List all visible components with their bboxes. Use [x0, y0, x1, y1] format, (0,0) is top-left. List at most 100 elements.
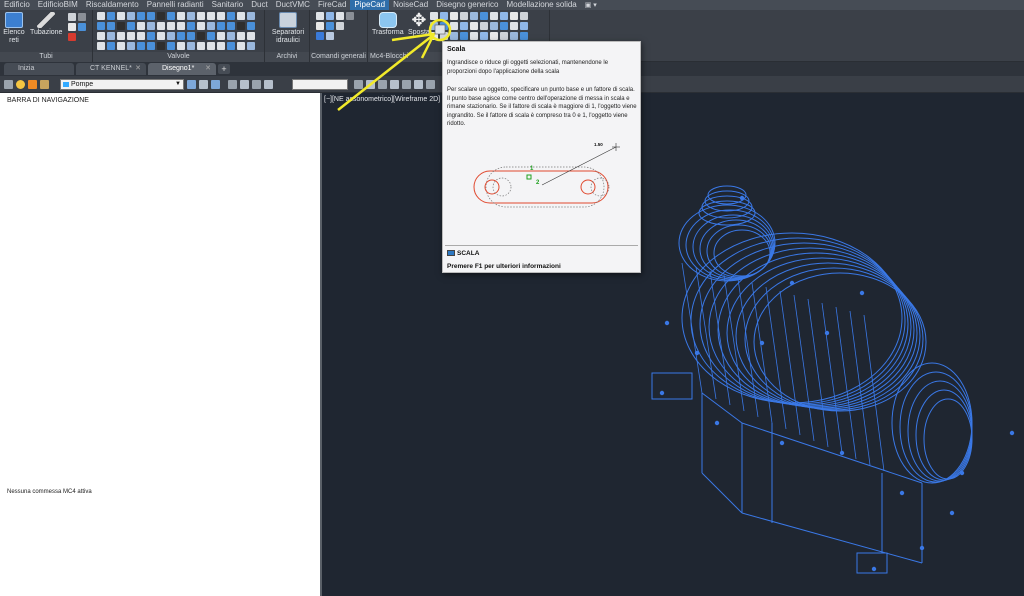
- valve-icon[interactable]: [157, 32, 165, 40]
- block-tool-icon[interactable]: [450, 12, 458, 20]
- block-tool-icon[interactable]: [440, 32, 448, 40]
- tubazione-button[interactable]: Tubazione: [30, 12, 62, 37]
- block-tool-icon[interactable]: [430, 32, 438, 40]
- command-icon[interactable]: [336, 22, 344, 30]
- block-tool-icon[interactable]: [460, 32, 468, 40]
- pipe-tool-icon[interactable]: [68, 23, 76, 31]
- layer-tool-icon[interactable]: [378, 80, 387, 89]
- valve-icon[interactable]: [217, 32, 225, 40]
- command-icon[interactable]: [316, 22, 324, 30]
- valve-icon[interactable]: [167, 42, 175, 50]
- valve-icon[interactable]: [227, 12, 235, 20]
- ribbon-tab-pannelli-radianti[interactable]: Pannelli radianti: [143, 0, 208, 10]
- valve-icon[interactable]: [217, 42, 225, 50]
- file-tab-disegno1[interactable]: Disegno1* ✕: [148, 63, 216, 75]
- valve-icon[interactable]: [147, 22, 155, 30]
- ribbon-tab-sanitario[interactable]: Sanitario: [208, 0, 248, 10]
- trasforma-button[interactable]: Trasforma: [372, 12, 404, 37]
- layer-tool-icon[interactable]: [264, 80, 273, 89]
- valve-icon[interactable]: [207, 42, 215, 50]
- valve-icon[interactable]: [127, 12, 135, 20]
- block-tool-icon[interactable]: [510, 22, 518, 30]
- layer-tool-icon[interactable]: [228, 80, 237, 89]
- block-tool-icon[interactable]: [520, 32, 528, 40]
- block-tool-icon[interactable]: [470, 22, 478, 30]
- valve-icon[interactable]: [237, 22, 245, 30]
- ribbon-tab-modellazione-solida[interactable]: Modellazione solida: [502, 0, 580, 10]
- ribbon-tab-edificiobim[interactable]: EdificioBIM: [34, 0, 82, 10]
- valve-icon[interactable]: [177, 32, 185, 40]
- command-icon[interactable]: [326, 32, 334, 40]
- block-tool-icon[interactable]: [490, 12, 498, 20]
- block-tool-icon[interactable]: [500, 32, 508, 40]
- layer-tool-icon[interactable]: [240, 80, 249, 89]
- pipe-tool-icon[interactable]: [68, 33, 76, 41]
- valve-icon[interactable]: [127, 42, 135, 50]
- block-tool-icon[interactable]: [450, 22, 458, 30]
- new-tab-button[interactable]: +: [218, 64, 230, 74]
- block-tool-icon[interactable]: [470, 32, 478, 40]
- valve-icon[interactable]: [237, 12, 245, 20]
- valve-icon[interactable]: [237, 42, 245, 50]
- dropdown-icon[interactable]: [78, 13, 86, 21]
- separatori-idraulici-button[interactable]: Separatori idraulici: [269, 12, 307, 45]
- layer-tool-icon[interactable]: [199, 80, 208, 89]
- valve-icon[interactable]: [107, 12, 115, 20]
- file-tab-ct-kennel[interactable]: CT KENNEL* ✕: [76, 63, 146, 75]
- ribbon-tab-noisecad[interactable]: NoiseCad: [389, 0, 432, 10]
- layer-tool-icon[interactable]: [402, 80, 411, 89]
- valve-icon[interactable]: [197, 12, 205, 20]
- block-tool-icon[interactable]: [460, 12, 468, 20]
- valve-icon[interactable]: [147, 12, 155, 20]
- pipe-tool-icon[interactable]: [78, 23, 86, 31]
- valve-icon[interactable]: [117, 42, 125, 50]
- sposta-button[interactable]: ✥ Sposta: [408, 11, 430, 37]
- valve-icon[interactable]: [187, 12, 195, 20]
- valve-icon[interactable]: [247, 12, 255, 20]
- valve-icon[interactable]: [117, 12, 125, 20]
- command-icon[interactable]: [316, 32, 324, 40]
- layer-tool-icon[interactable]: [366, 80, 375, 89]
- valve-icon[interactable]: [157, 42, 165, 50]
- file-tab-inizia[interactable]: Inizia: [4, 63, 74, 75]
- block-tool-icon[interactable]: [480, 12, 488, 20]
- block-tool-icon[interactable]: [520, 12, 528, 20]
- valve-icon[interactable]: [97, 32, 105, 40]
- valve-icon[interactable]: [107, 42, 115, 50]
- valve-icon[interactable]: [197, 22, 205, 30]
- valve-icon[interactable]: [97, 42, 105, 50]
- layer-dropdown[interactable]: Pompe ▼: [60, 79, 184, 90]
- valve-icon[interactable]: [137, 12, 145, 20]
- light-bulb-icon[interactable]: [16, 80, 25, 89]
- dropdown-icon[interactable]: [346, 12, 354, 20]
- valve-icon[interactable]: [227, 42, 235, 50]
- layer-tool-icon[interactable]: [252, 80, 261, 89]
- command-icon[interactable]: [316, 12, 324, 20]
- block-tool-icon[interactable]: [500, 22, 508, 30]
- ribbon-tab-firecad[interactable]: FireCad: [314, 0, 350, 10]
- valve-icon[interactable]: [137, 42, 145, 50]
- block-tool-icon[interactable]: [460, 22, 468, 30]
- close-icon[interactable]: ✕: [135, 63, 141, 75]
- layer-tool-icon[interactable]: [211, 80, 220, 89]
- ribbon-tab-pipecad[interactable]: PipeCad: [350, 0, 390, 10]
- block-tool-icon[interactable]: [510, 32, 518, 40]
- block-tool-icon[interactable]: [430, 12, 438, 20]
- valve-icon[interactable]: [167, 12, 175, 20]
- valve-icon[interactable]: [207, 22, 215, 30]
- valve-icon[interactable]: [117, 22, 125, 30]
- layer-tool-icon[interactable]: [426, 80, 435, 89]
- valve-icon[interactable]: [177, 12, 185, 20]
- close-icon[interactable]: ✕: [205, 63, 211, 75]
- block-tool-icon[interactable]: [450, 32, 458, 40]
- command-icon[interactable]: [326, 22, 334, 30]
- valve-icon[interactable]: [247, 22, 255, 30]
- layer-tool-icon[interactable]: [354, 80, 363, 89]
- valve-icon[interactable]: [107, 22, 115, 30]
- ribbon-tab-edificio[interactable]: Edificio: [0, 0, 34, 10]
- valve-icon[interactable]: [137, 32, 145, 40]
- pipe-tool-icon[interactable]: [68, 13, 76, 21]
- viewport-controls-label[interactable]: [−][NE assonometrico][Wireframe 2D]: [324, 96, 440, 103]
- valve-icon[interactable]: [167, 22, 175, 30]
- valve-icon[interactable]: [187, 32, 195, 40]
